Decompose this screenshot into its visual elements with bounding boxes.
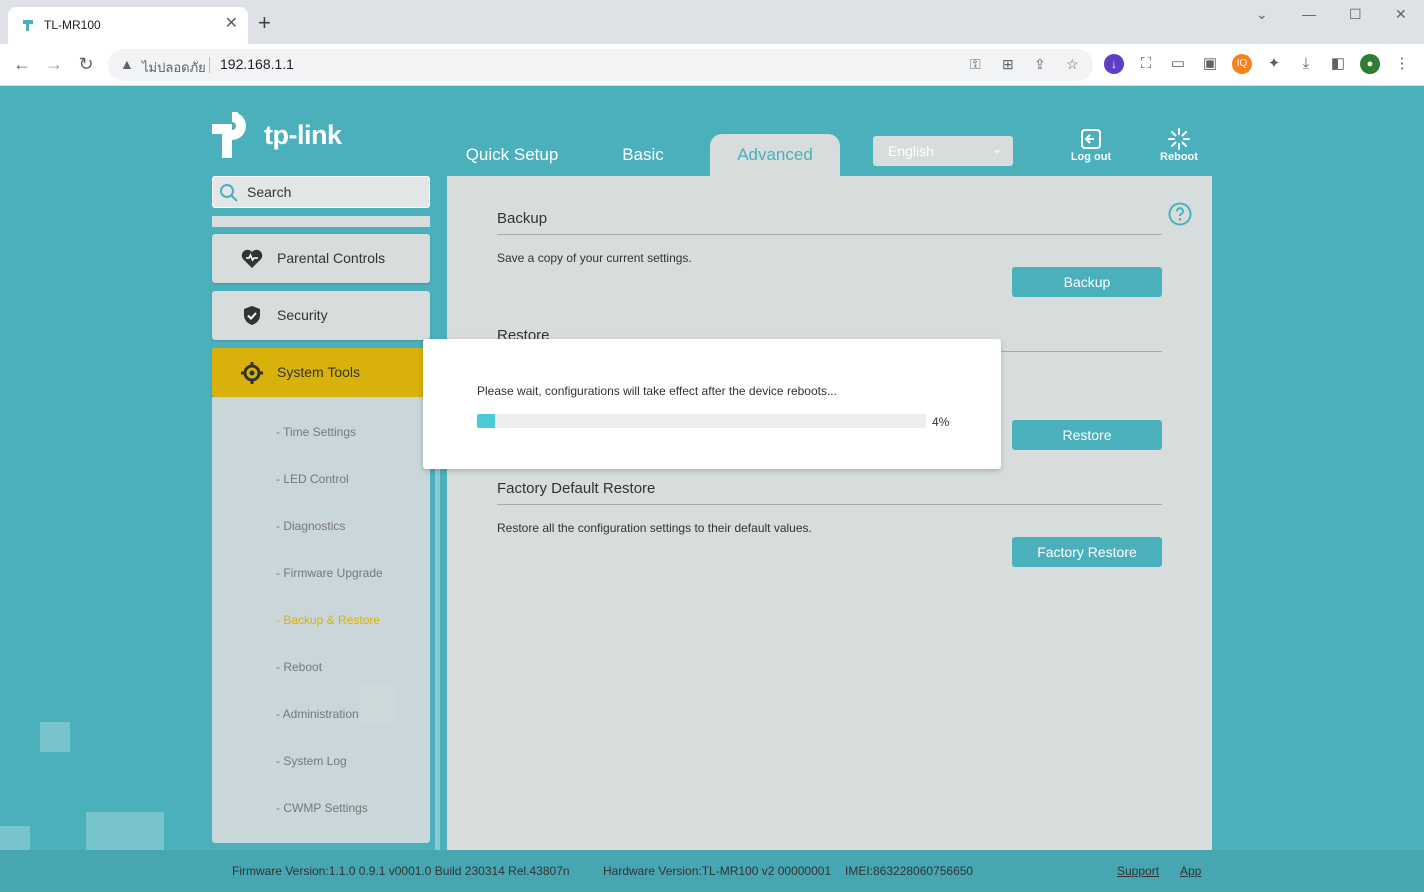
reload-icon[interactable]: ↻ [75, 53, 97, 75]
submenu-firmware-upgrade[interactable]: - Firmware Upgrade [276, 566, 383, 580]
firmware-version: Firmware Version:1.1.0 0.9.1 v0001.0 Bui… [232, 864, 570, 878]
downloads-icon[interactable]: ⤓ [1296, 54, 1316, 74]
bookmark-star-icon[interactable]: ☆ [1066, 56, 1079, 73]
submenu-system-log[interactable]: - System Log [276, 754, 347, 768]
forward-icon[interactable]: → [43, 53, 65, 75]
browser-toolbar: ← → ↻ ▲ ไม่ปลอดภัย 192.168.1.1 ⚿ ⊞ ⇪ ☆ ↓… [0, 44, 1424, 86]
language-value: English [888, 143, 934, 159]
system-tools-submenu: - Time Settings - LED Control - Diagnost… [212, 397, 430, 843]
app-link[interactable]: App [1180, 864, 1201, 878]
key-icon[interactable]: ⚿ [970, 56, 981, 73]
extensions-puzzle-icon[interactable]: ✦ [1264, 54, 1284, 74]
gear-icon [241, 362, 263, 384]
support-link[interactable]: Support [1117, 864, 1159, 878]
address-separator [209, 57, 210, 73]
imei: IMEI:863228060756650 [845, 864, 974, 878]
section-divider [497, 504, 1162, 505]
maximize-icon[interactable]: ☐ [1349, 6, 1362, 23]
progress-message: Please wait, configurations will take ef… [477, 384, 837, 398]
tab-basic[interactable]: Basic [588, 134, 698, 176]
security-label[interactable]: ไม่ปลอดภัย [142, 57, 206, 78]
tab-advanced[interactable]: Advanced [710, 134, 840, 176]
search-icon [220, 184, 238, 202]
search-input[interactable]: Search [212, 176, 430, 208]
browser-tab[interactable]: TL-MR100 ✕ [8, 7, 248, 44]
submenu-led-control[interactable]: - LED Control [276, 472, 349, 486]
menu-label: System Tools [277, 364, 360, 380]
logout-label: Log out [1070, 151, 1112, 163]
background-decoration [40, 722, 70, 752]
footer: Firmware Version:1.1.0 0.9.1 v0001.0 Bui… [0, 850, 1424, 892]
browser-tabstrip: TL-MR100 ✕ + ⌄ — ☐ ✕ [0, 0, 1424, 44]
address-bar[interactable]: ▲ ไม่ปลอดภัย 192.168.1.1 ⚿ ⊞ ⇪ ☆ [108, 49, 1093, 81]
screenshot-icon[interactable]: ⛶ [1136, 54, 1156, 74]
factory-restore-title: Factory Default Restore [497, 480, 656, 497]
menu-system-tools[interactable]: System Tools [212, 348, 430, 397]
factory-restore-description: Restore all the configuration settings t… [497, 521, 812, 535]
sidebar-scrollbar[interactable] [435, 446, 440, 886]
submenu-backup-restore[interactable]: - Backup & Restore [276, 613, 380, 627]
menu-label: Parental Controls [277, 250, 386, 266]
router-admin-page: tp-link Quick Setup Basic Advanced Engli… [0, 86, 1424, 892]
tplink-favicon-icon [23, 20, 33, 31]
submenu-time-settings[interactable]: - Time Settings [276, 425, 356, 439]
section-divider [497, 234, 1162, 235]
tplink-logo-icon [212, 112, 246, 158]
backup-button[interactable]: Backup [1012, 267, 1162, 297]
new-tab-button[interactable]: + [258, 12, 271, 34]
backup-description: Save a copy of your current settings. [497, 251, 692, 265]
submenu-cwmp-settings[interactable]: - CWMP Settings [276, 801, 368, 815]
hardware-version: Hardware Version:TL-MR100 v2 00000001 [603, 864, 832, 878]
minimize-icon[interactable]: — [1302, 6, 1316, 22]
close-window-icon[interactable]: ✕ [1395, 6, 1407, 23]
menu-kebab-icon[interactable]: ⋮ [1392, 54, 1412, 74]
close-tab-icon[interactable]: ✕ [225, 15, 238, 33]
reboot-label: Reboot [1160, 151, 1198, 163]
backup-title: Backup [497, 210, 548, 227]
cast-icon[interactable]: ▭ [1168, 54, 1188, 74]
submenu-administration[interactable]: - Administration [276, 707, 359, 721]
submenu-diagnostics[interactable]: - Diagnostics [276, 519, 345, 533]
browser-tab-title: TL-MR100 [44, 18, 101, 32]
logo-text: tp-link [264, 120, 342, 150]
heart-icon [241, 249, 263, 268]
reboot-button[interactable]: Reboot [1149, 128, 1209, 163]
share-icon[interactable]: ⇪ [1034, 56, 1046, 73]
translate-icon[interactable]: ⊞ [1002, 56, 1014, 73]
reboot-progress-dialog: Please wait, configurations will take ef… [423, 339, 1001, 469]
side-panel-icon[interactable]: ◧ [1328, 54, 1348, 74]
tplink-logo[interactable]: tp-link [210, 108, 350, 160]
capture-icon[interactable]: ▣ [1200, 54, 1220, 74]
profile-avatar[interactable]: ● [1360, 54, 1380, 74]
chevron-down-icon: ⌄ [991, 140, 1003, 156]
progress-fill [477, 414, 495, 428]
shield-icon [244, 306, 260, 325]
restore-button[interactable]: Restore [1012, 420, 1162, 450]
help-icon[interactable] [1168, 202, 1192, 226]
submenu-reboot[interactable]: - Reboot [276, 660, 322, 674]
url-text[interactable]: 192.168.1.1 [220, 56, 294, 72]
factory-restore-button[interactable]: Factory Restore [1012, 537, 1162, 567]
logout-button[interactable]: Log out [1061, 128, 1121, 163]
logout-icon [1081, 129, 1101, 149]
menu-label: Security [277, 307, 328, 323]
progress-bar [477, 414, 926, 428]
back-icon[interactable]: ← [11, 53, 33, 75]
tab-quick-setup[interactable]: Quick Setup [452, 134, 572, 176]
menu-security[interactable]: Security [212, 291, 430, 340]
menu-parental-controls[interactable]: Parental Controls [212, 234, 430, 283]
download-extension-icon[interactable]: ↓ [1104, 54, 1124, 74]
language-select[interactable]: English ⌄ [873, 136, 1013, 166]
search-placeholder: Search [247, 184, 292, 200]
content-panel: Backup Save a copy of your current setti… [447, 176, 1212, 892]
reboot-icon [1168, 128, 1190, 150]
iq-extension-icon[interactable]: IQ [1232, 54, 1252, 74]
tab-search-icon[interactable]: ⌄ [1256, 6, 1268, 23]
warning-icon[interactable]: ▲ [120, 56, 134, 72]
menu-scroll-edge [212, 216, 430, 227]
progress-percent: 4% [932, 415, 950, 429]
